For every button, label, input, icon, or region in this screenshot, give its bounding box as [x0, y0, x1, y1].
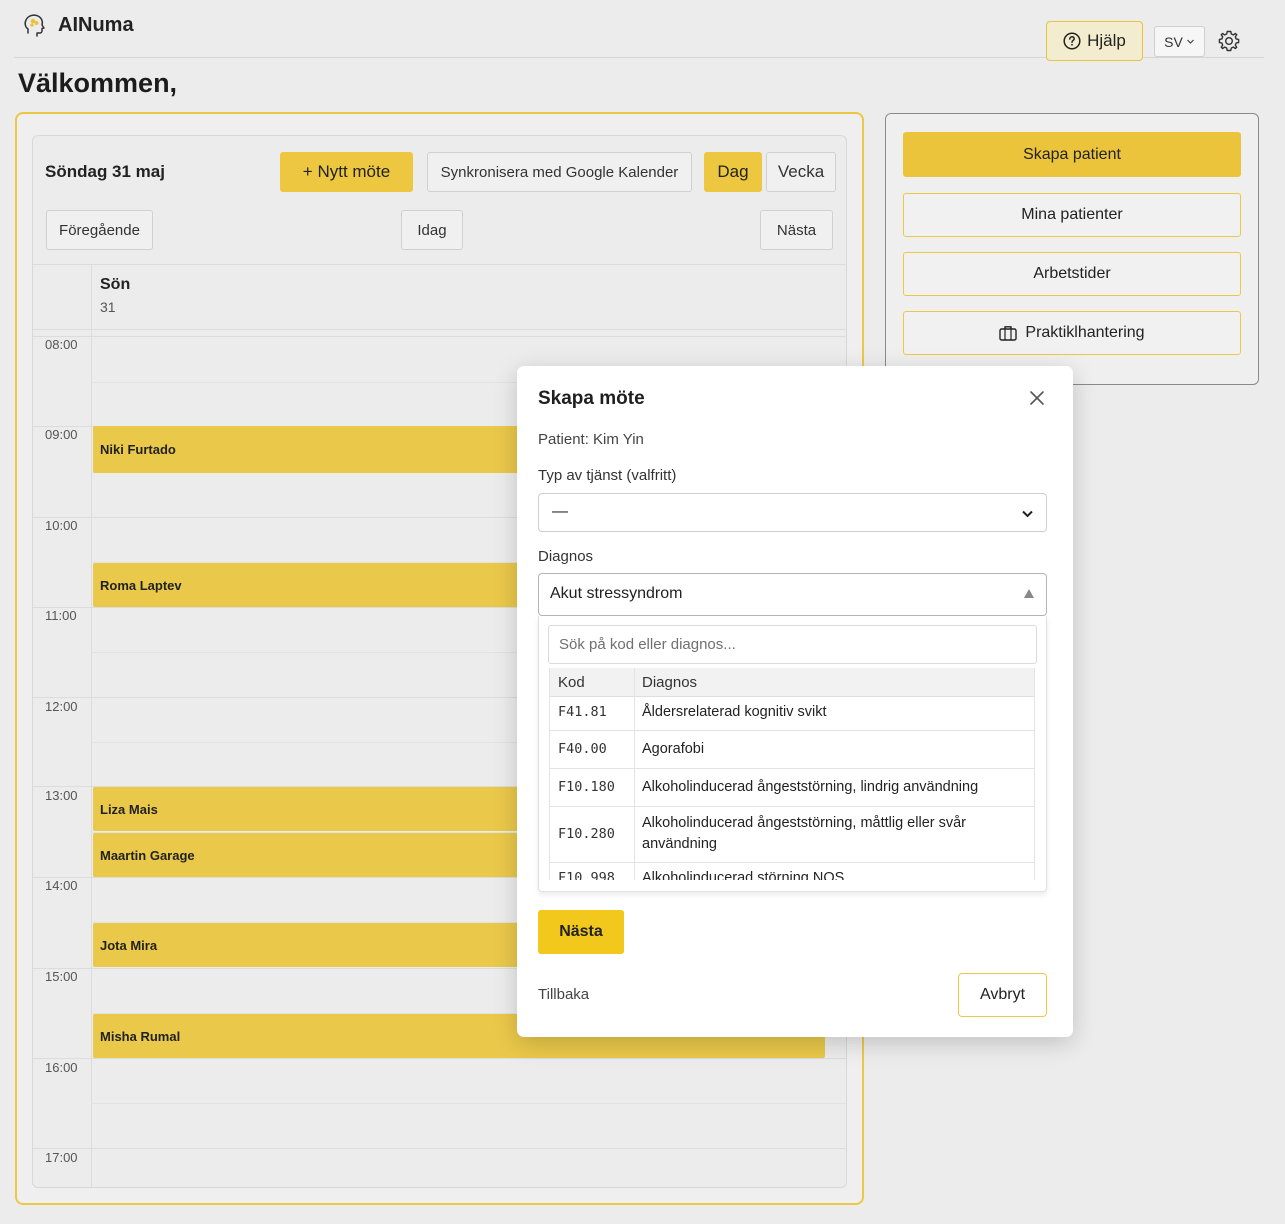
- patient-label: Patient: Kim Yin: [538, 431, 644, 448]
- diagnosis-code: F40.00: [558, 741, 607, 757]
- service-type-select[interactable]: —: [538, 493, 1047, 532]
- column-header-code: Kod: [558, 674, 585, 691]
- diagnosis-name: Åldersrelaterad kognitiv svikt: [642, 704, 827, 720]
- chevron-down-icon: [1186, 39, 1194, 44]
- create-patient-button[interactable]: Skapa patient: [903, 132, 1241, 177]
- day-header-name: Sön: [100, 276, 131, 293]
- diagnosis-code: F41.81: [558, 704, 607, 720]
- time-label: 13:00: [45, 788, 78, 803]
- time-label: 11:00: [45, 608, 77, 623]
- diagnosis-dropdown: Kod Diagnos F41.81 Åldersrelaterad kogni…: [538, 616, 1047, 892]
- chevron-down-icon: [1022, 510, 1033, 518]
- diagnosis-value: Akut stressyndrom: [550, 585, 683, 602]
- time-label: 09:00: [45, 427, 78, 442]
- diagnosis-code: F10.998: [558, 870, 615, 880]
- create-meeting-dialog: Skapa möte Patient: Kim Yin Typ av tjäns…: [517, 366, 1073, 1037]
- sync-google-calendar-button[interactable]: Synkronisera med Google Kalender: [427, 152, 692, 192]
- help-label: Hjälp: [1087, 31, 1126, 50]
- practice-management-label: Praktiklhantering: [1025, 324, 1145, 341]
- practice-management-button[interactable]: Praktiklhantering: [903, 311, 1241, 355]
- top-bar: AINuma Hjälp SV: [14, 0, 1264, 61]
- language-select[interactable]: SV: [1154, 26, 1205, 57]
- time-label: 14:00: [45, 878, 78, 893]
- view-week-button[interactable]: Vecka: [766, 152, 836, 192]
- service-type-label: Typ av tjänst (valfritt): [538, 467, 677, 484]
- cancel-button[interactable]: Avbryt: [958, 973, 1047, 1017]
- dialog-title: Skapa möte: [538, 388, 645, 409]
- day-header-number: 31: [100, 299, 116, 315]
- today-button[interactable]: Idag: [401, 210, 463, 250]
- diagnosis-label: Diagnos: [538, 548, 594, 565]
- calendar-date: Söndag 31 maj: [45, 162, 165, 181]
- table-row[interactable]: F40.00 Agorafobi: [550, 731, 1034, 769]
- quick-actions-panel: Skapa patient Mina patienter Arbetstider…: [885, 113, 1259, 385]
- diagnosis-search-input[interactable]: [548, 625, 1037, 664]
- diagnosis-code: F10.280: [558, 826, 615, 842]
- table-row[interactable]: F41.81 Åldersrelaterad kognitiv svikt: [550, 697, 1034, 731]
- new-meeting-button[interactable]: + Nytt möte: [280, 152, 413, 192]
- table-row[interactable]: F10.280 Alkoholinducerad ångeststörning,…: [550, 807, 1034, 863]
- app-name: AINuma: [58, 13, 134, 36]
- hour-line: [33, 1148, 846, 1149]
- app-logo[interactable]: AINuma: [22, 12, 134, 38]
- view-day-button[interactable]: Dag: [704, 152, 762, 192]
- language-label: SV: [1164, 33, 1183, 50]
- time-label: 08:00: [45, 337, 78, 352]
- help-button[interactable]: Hjälp: [1046, 21, 1143, 61]
- table-row[interactable]: F10.998 Alkoholinducerad störning NOS: [550, 863, 1034, 880]
- diagnosis-name: Alkoholinducerad ångeststörning, måttlig…: [642, 815, 967, 852]
- divider: [33, 329, 846, 330]
- time-column-border: [91, 264, 92, 1187]
- next-day-button[interactable]: Nästa: [760, 210, 833, 250]
- time-label: 17:00: [45, 1150, 78, 1165]
- time-label: 16:00: [45, 1060, 78, 1075]
- briefcase-icon: [999, 326, 1018, 341]
- close-icon[interactable]: [1028, 389, 1046, 407]
- gear-icon[interactable]: [1217, 29, 1241, 53]
- work-hours-button[interactable]: Arbetstider: [903, 252, 1241, 296]
- time-label: 12:00: [45, 699, 78, 714]
- head-brain-icon: [24, 14, 45, 37]
- diagnosis-table: Kod Diagnos F41.81 Åldersrelaterad kogni…: [549, 668, 1035, 880]
- page-title: Välkommen,: [18, 68, 178, 98]
- service-type-value: —: [552, 503, 568, 520]
- table-header: Kod Diagnos: [550, 668, 1034, 697]
- caret-up-icon: [1024, 589, 1034, 598]
- diagnosis-code: F10.180: [558, 779, 615, 795]
- divider: [33, 264, 846, 265]
- previous-button[interactable]: Föregående: [46, 210, 153, 250]
- half-hour-line: [91, 1103, 846, 1104]
- back-link[interactable]: Tillbaka: [538, 986, 589, 1003]
- my-patients-button[interactable]: Mina patienter: [903, 193, 1241, 237]
- diagnosis-name: Alkoholinducerad ångeststörning, lindrig…: [642, 779, 979, 795]
- question-circle-icon: [1063, 32, 1081, 50]
- diagnosis-select[interactable]: Akut stressyndrom: [538, 573, 1047, 616]
- diagnosis-name: Agorafobi: [642, 741, 705, 757]
- table-row[interactable]: F10.180 Alkoholinducerad ångeststörning,…: [550, 769, 1034, 807]
- hour-line: [33, 1058, 846, 1059]
- time-label: 15:00: [45, 969, 78, 984]
- column-header-diagnosis: Diagnos: [642, 674, 698, 691]
- time-label: 10:00: [45, 518, 78, 533]
- hour-line: [33, 336, 846, 337]
- diagnosis-name: Alkoholinducerad störning NOS: [642, 870, 845, 880]
- next-button[interactable]: Nästa: [538, 910, 624, 954]
